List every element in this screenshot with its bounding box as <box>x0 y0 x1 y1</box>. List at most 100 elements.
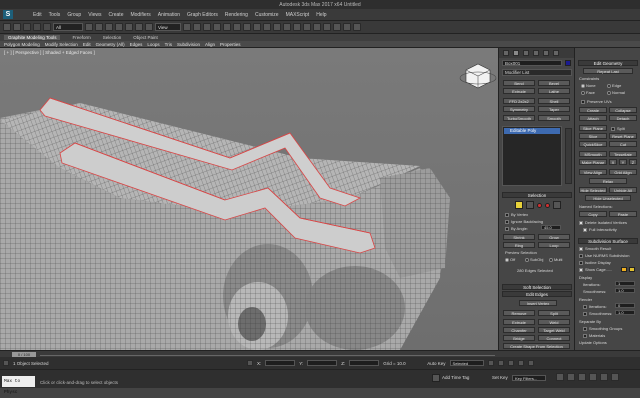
render-iterations-checkbox[interactable] <box>583 304 587 309</box>
named-selection-icon[interactable] <box>253 23 261 31</box>
split-button[interactable]: Split <box>538 310 570 316</box>
link-icon[interactable] <box>23 23 31 31</box>
reset-plane-button[interactable]: Reset Plane <box>609 133 637 139</box>
copy-button[interactable]: Copy <box>579 211 607 217</box>
insert-vertex-button[interactable]: Insert Vertex <box>519 300 557 306</box>
curve-editor-icon[interactable] <box>303 23 311 31</box>
render-production-icon[interactable] <box>353 23 361 31</box>
add-time-tag-label[interactable]: Add Time Tag <box>442 375 469 380</box>
object-color-swatch[interactable] <box>565 60 571 66</box>
edit-geometry-rollout-header[interactable]: Edit Geometry <box>578 60 638 66</box>
preserve-uvs-checkbox[interactable] <box>581 99 585 104</box>
key-filters-button[interactable]: Key Filters... <box>512 375 546 381</box>
extrude-edge-button[interactable]: Extrude <box>503 319 535 325</box>
detach-button[interactable]: Detach <box>609 115 637 121</box>
maximize-viewport-icon[interactable] <box>611 373 619 381</box>
by-angle-row[interactable]: By Angle: <box>505 226 528 231</box>
slice-plane-button[interactable]: Slice Plane <box>579 125 607 131</box>
by-vertex-row[interactable]: By Vertex <box>505 212 528 217</box>
quickslice-button[interactable]: QuickSlice <box>579 141 607 147</box>
unhide-all-button[interactable]: Unhide All <box>609 187 637 193</box>
hide-unselected-button[interactable]: Hide Unselected <box>585 195 631 201</box>
ribbon-geometry-all[interactable]: Geometry (All) <box>96 42 125 47</box>
ribbon-loops[interactable]: Loops <box>147 42 159 47</box>
modifier-turbosmooth-button[interactable]: TurboSmooth <box>503 115 535 121</box>
graphite-toggle-icon[interactable] <box>293 23 301 31</box>
spinner-snap-icon[interactable] <box>243 23 251 31</box>
undo-icon[interactable] <box>3 23 11 31</box>
zoom-extents-icon[interactable] <box>578 373 586 381</box>
soft-selection-rollout-header[interactable]: Soft Selection <box>502 284 572 290</box>
prev-frame-icon[interactable] <box>497 360 504 366</box>
constraint-face-row[interactable]: Face <box>581 90 595 95</box>
modifier-bevel-button[interactable]: Bevel <box>538 80 570 86</box>
redo-icon[interactable] <box>13 23 21 31</box>
constraint-none-radio[interactable] <box>581 83 585 88</box>
rect-selection-icon[interactable] <box>105 23 113 31</box>
constraint-edge-row[interactable]: Edge <box>607 83 621 88</box>
ribbon-subdivision[interactable]: Subdivision <box>177 42 200 47</box>
weld-button[interactable]: Weld <box>538 319 570 325</box>
reference-coordinate-dropdown[interactable]: View <box>155 23 181 31</box>
smooth-result-checkbox[interactable] <box>579 246 583 251</box>
schematic-view-icon[interactable] <box>313 23 321 31</box>
pivot-center-icon[interactable] <box>183 23 191 31</box>
selection-filter-dropdown[interactable]: All <box>53 23 83 31</box>
create-shape-button[interactable]: Create Shape From Selection <box>503 343 570 349</box>
full-interactivity-row[interactable]: Full Interactivity <box>583 227 617 232</box>
target-weld-button[interactable]: Target Weld <box>538 327 570 333</box>
modifier-extrude-button[interactable]: Extrude <box>503 88 535 94</box>
unlink-icon[interactable] <box>33 23 41 31</box>
pan-icon[interactable] <box>589 373 597 381</box>
bridge-button[interactable]: Bridge <box>503 335 535 341</box>
modifier-symmetry-button[interactable]: Symmetry <box>503 106 535 112</box>
hide-selected-button[interactable]: Hide Selected <box>579 187 607 193</box>
modifier-lathe-button[interactable]: Lathe <box>538 88 570 94</box>
isoline-display-row[interactable]: Isoline Display <box>579 260 611 265</box>
split-checkbox[interactable] <box>611 126 615 131</box>
zoom-icon[interactable] <box>556 373 564 381</box>
next-frame-icon[interactable] <box>517 360 524 366</box>
goto-end-icon[interactable] <box>527 360 534 366</box>
edge-level-icon[interactable] <box>526 201 534 209</box>
lock-selection-icon[interactable] <box>247 360 253 366</box>
by-angle-spinner[interactable]: 45.0 <box>541 225 561 230</box>
preview-multi-radio[interactable] <box>549 257 553 262</box>
view-align-button[interactable]: View Align <box>579 169 607 175</box>
ribbon-edit[interactable]: Edit <box>83 42 91 47</box>
modify-tab-icon[interactable] <box>513 50 519 56</box>
selected-dropdown[interactable]: Selected <box>449 360 484 366</box>
display-smoothness-spinner[interactable]: 1.0 <box>615 288 635 293</box>
select-manipulate-icon[interactable] <box>193 23 201 31</box>
menu-modifiers[interactable]: Modifiers <box>130 12 150 18</box>
tab-selection[interactable]: Selection <box>103 35 122 40</box>
constraint-face-radio[interactable] <box>581 90 585 95</box>
menu-create[interactable]: Create <box>108 12 123 18</box>
planar-y-button[interactable]: Y <box>619 159 627 165</box>
play-icon[interactable] <box>507 360 514 366</box>
collapse-button[interactable]: Collapse <box>609 107 637 113</box>
subdivision-surface-rollout-header[interactable]: Subdivision Surface <box>578 238 638 244</box>
modifier-shell-button[interactable]: Shell <box>538 98 570 104</box>
ribbon-polygon-modeling[interactable]: Polygon Modeling <box>4 42 40 47</box>
utilities-tab-icon[interactable] <box>553 50 559 56</box>
paste-button[interactable]: Paste <box>609 211 637 217</box>
set-key-button[interactable]: Set Key <box>492 375 508 380</box>
constraint-normal-row[interactable]: Normal <box>607 90 625 95</box>
ribbon-modify-selection[interactable]: Modify Selection <box>45 42 78 47</box>
connect-button[interactable]: Connect <box>538 335 570 341</box>
app-logo-icon[interactable]: S <box>3 10 13 19</box>
menu-rendering[interactable]: Rendering <box>225 12 248 18</box>
materials-row[interactable]: Materials <box>583 333 605 338</box>
chamfer-button[interactable]: Chamfer <box>503 327 535 333</box>
perspective-viewport[interactable]: [ + ] [ Perspective ] [ Shaded + Edged F… <box>0 48 498 350</box>
make-planar-button[interactable]: Make Planar <box>579 159 607 165</box>
keyboard-shortcut-icon[interactable] <box>203 23 211 31</box>
object-name-field[interactable]: Box001 <box>502 60 562 66</box>
select-rotate-icon[interactable] <box>135 23 143 31</box>
ribbon-tris[interactable]: Tris <box>165 42 172 47</box>
y-coord-field[interactable] <box>307 360 338 366</box>
ignore-backfacing-checkbox[interactable] <box>505 219 509 224</box>
selection-rollout-header[interactable]: Selection <box>502 192 572 198</box>
preview-multi-row[interactable]: Multi <box>549 257 562 262</box>
